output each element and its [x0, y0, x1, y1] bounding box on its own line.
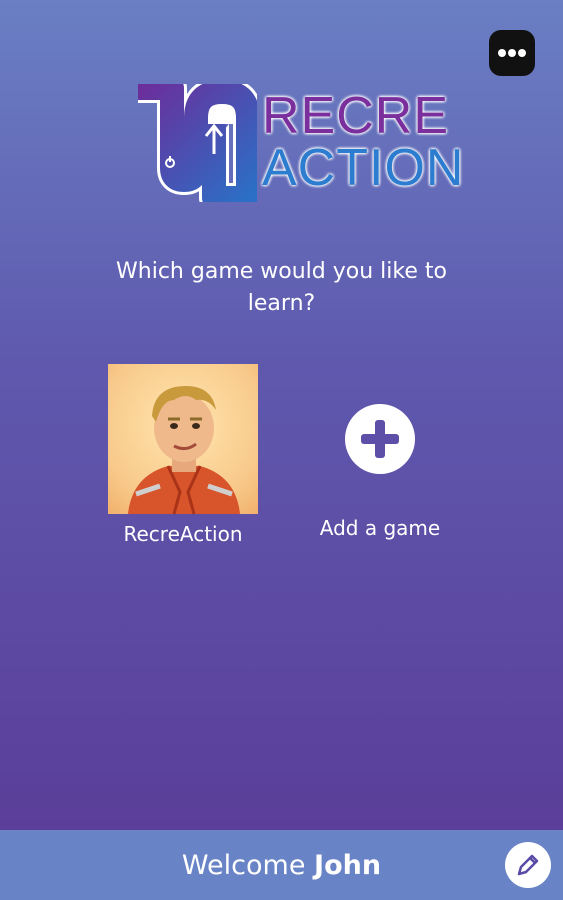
pencil-icon: [517, 854, 539, 876]
menu-button[interactable]: [489, 30, 535, 76]
game-label[interactable]: RecreAction: [108, 522, 258, 546]
app-logo: RECRE ACTION: [132, 84, 463, 202]
edit-profile-button[interactable]: [505, 842, 551, 888]
logo-mark: [138, 84, 257, 202]
logo-text-recre: RECRE: [262, 87, 450, 145]
footer-bar: Welcome John: [0, 830, 563, 900]
character-avatar: [128, 386, 240, 514]
add-game-label[interactable]: Add a game: [300, 516, 460, 540]
welcome-text: Welcome John: [182, 850, 381, 881]
plus-circle-icon[interactable]: [345, 404, 415, 474]
user-name: John: [314, 849, 382, 881]
game-thumbnail[interactable]: [108, 364, 258, 514]
logo-text-action: ACTION: [262, 139, 465, 197]
prompt-question: Which game would you like to learn?: [116, 259, 447, 316]
more-horizontal-icon: [498, 49, 526, 57]
welcome-prefix: Welcome: [181, 849, 306, 881]
add-game-button[interactable]: Add a game: [300, 404, 460, 540]
game-card-recreaction[interactable]: RecreAction: [108, 364, 258, 546]
